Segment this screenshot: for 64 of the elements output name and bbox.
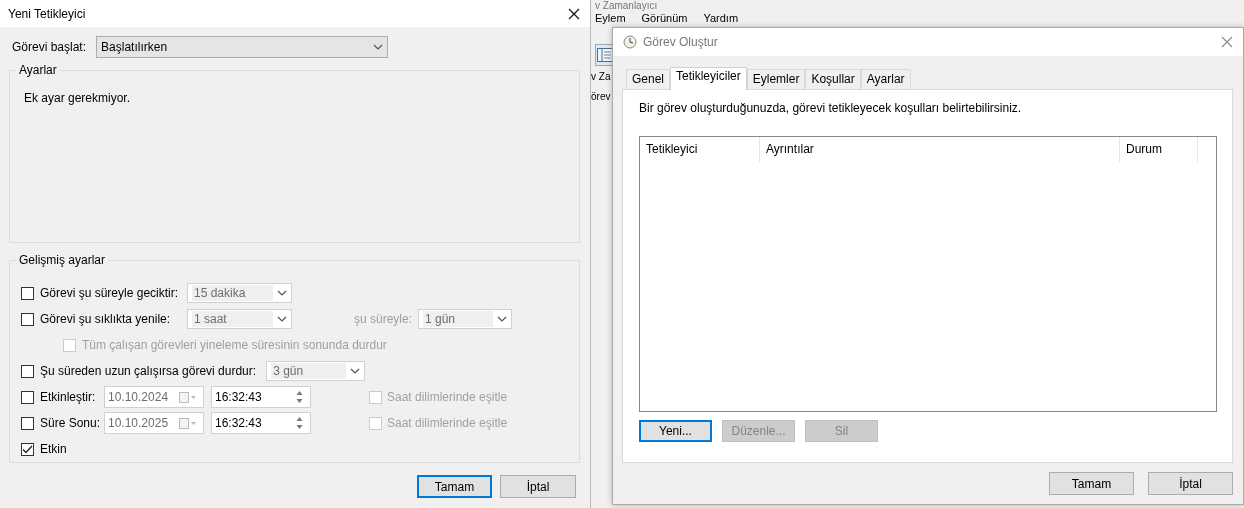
window-title: v Zamanlayıcı bbox=[595, 0, 658, 11]
checkbox-label: Etkin bbox=[40, 442, 67, 456]
checkbox-label: Etkinleştir: bbox=[40, 390, 97, 404]
tab[interactable]: Tetikleyiciler bbox=[670, 67, 747, 90]
tree-item[interactable]: örev bbox=[591, 90, 611, 104]
menu-item[interactable]: Eylem bbox=[595, 12, 626, 25]
tree-item[interactable]: v Za bbox=[591, 70, 611, 84]
menu-item[interactable]: Yardım bbox=[703, 12, 739, 25]
chevron-down-icon bbox=[373, 44, 384, 50]
dialog-button[interactable]: Tamam bbox=[1049, 472, 1134, 495]
column-header[interactable]: Durum bbox=[1120, 137, 1198, 162]
chevron-down-icon bbox=[277, 290, 287, 296]
column-header[interactable]: Ayrıntılar bbox=[760, 137, 1120, 162]
dropdown[interactable]: 1 gün bbox=[418, 309, 512, 329]
dropdown[interactable]: Başlatılırken bbox=[96, 36, 389, 58]
tab[interactable]: Ayarlar bbox=[860, 69, 911, 89]
checkbox-label: Tüm çalışan görevleri yineleme süresinin sonunda durdur bbox=[82, 338, 387, 352]
dialog-title: Görev Oluştur bbox=[643, 35, 719, 49]
date-field[interactable]: 10.10.2025 bbox=[104, 412, 204, 434]
time-field[interactable]: 16:32:43 bbox=[211, 412, 311, 434]
column-header[interactable]: Tetikleyici bbox=[640, 137, 760, 162]
dialog-button[interactable]: İptal bbox=[1148, 472, 1233, 495]
checkbox[interactable] bbox=[21, 390, 34, 404]
tab[interactable]: Genel bbox=[626, 69, 671, 89]
chevron-down-icon bbox=[277, 316, 287, 322]
checkbox-label: Görevi şu sıklıkta yenile: bbox=[40, 312, 172, 326]
calendar-icon bbox=[179, 391, 197, 403]
group-title: Gelişmiş ayarlar bbox=[16, 253, 108, 267]
dialog-button[interactable]: Tamam bbox=[417, 475, 492, 498]
checkbox[interactable] bbox=[21, 286, 34, 300]
field-label: şu süreyle: bbox=[354, 312, 414, 326]
close-icon bbox=[1221, 36, 1233, 48]
group-title: Ayarlar bbox=[16, 63, 60, 77]
list-button[interactable]: Yeni... bbox=[639, 420, 712, 442]
close-icon bbox=[568, 7, 580, 20]
dropdown[interactable]: 1 saat bbox=[187, 309, 292, 329]
description-text: Bir görev oluşturduğunuzda, görevi tetikleyecek koşulları belirtebilirsiniz. bbox=[639, 101, 1023, 115]
checkbox-label: Saat dilimlerinde eşitle bbox=[387, 390, 508, 404]
menu-item[interactable]: Görünüm bbox=[641, 12, 688, 25]
dropdown[interactable]: 15 dakika bbox=[187, 283, 292, 303]
checkbox[interactable] bbox=[21, 312, 34, 326]
checkbox-label: Görevi şu süreyle geciktir: bbox=[40, 286, 180, 300]
checkbox-label: Şu süreden uzun çalışırsa görevi durdur: bbox=[40, 364, 257, 378]
calendar-icon bbox=[179, 417, 197, 429]
field-label: Görevi başlat: bbox=[12, 40, 87, 54]
tab[interactable]: Koşullar bbox=[805, 69, 861, 89]
checkbox[interactable] bbox=[21, 442, 34, 456]
checkbox-label: Saat dilimlerinde eşitle bbox=[387, 416, 508, 430]
dialog-button[interactable]: İptal bbox=[500, 475, 576, 498]
date-field[interactable]: 10.10.2024 bbox=[104, 386, 204, 408]
checkbox[interactable] bbox=[21, 416, 34, 430]
tab[interactable]: Eylemler bbox=[746, 69, 806, 89]
time-field[interactable]: 16:32:43 bbox=[211, 386, 311, 408]
checkbox[interactable] bbox=[21, 364, 34, 378]
chevron-down-icon bbox=[350, 368, 361, 374]
info-text: Ek ayar gerekmiyor. bbox=[24, 91, 131, 105]
spinner-arrows-icon bbox=[295, 389, 304, 405]
chevron-down-icon bbox=[497, 316, 507, 322]
spinner-arrows-icon bbox=[295, 415, 304, 431]
checkmark-icon bbox=[22, 444, 33, 454]
dropdown[interactable]: 3 gün bbox=[266, 361, 366, 381]
dialog-title: Yeni Tetikleyici bbox=[8, 6, 87, 21]
checkbox-label: Süre Sonu: bbox=[40, 416, 102, 430]
clock-icon bbox=[623, 35, 637, 49]
